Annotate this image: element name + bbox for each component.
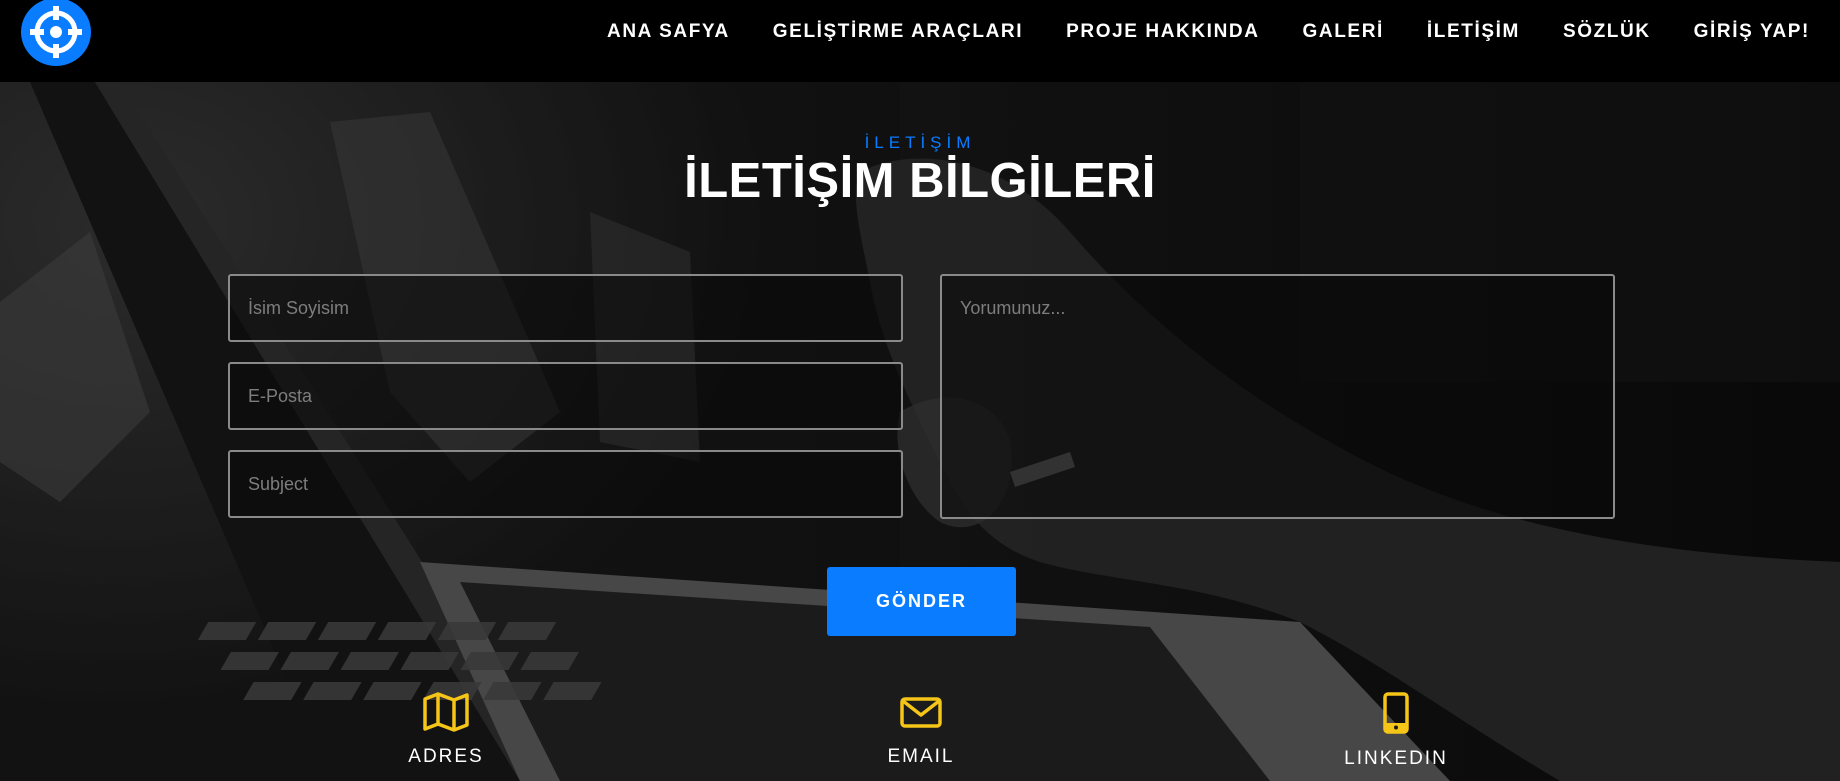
subject-input[interactable] — [228, 450, 903, 518]
nav-item-home[interactable]: ANA SAFYA — [607, 21, 730, 43]
name-input[interactable] — [228, 274, 903, 342]
info-address[interactable]: ADRES — [346, 692, 546, 768]
info-linkedin-label: LINKEDIN — [1344, 748, 1448, 769]
crosshair-icon — [30, 6, 82, 58]
navbar: ANA SAFYA GELİŞTİRME ARAÇLARI PROJE HAKK… — [0, 0, 1840, 82]
logo[interactable] — [21, 0, 91, 66]
submit-button[interactable]: GÖNDER — [827, 567, 1016, 636]
main-nav: ANA SAFYA GELİŞTİRME ARAÇLARI PROJE HAKK… — [607, 0, 1810, 64]
nav-item-gallery[interactable]: GALERİ — [1303, 21, 1384, 43]
envelope-icon — [900, 697, 942, 728]
page-title: İLETİŞİM BİLGİLERİ — [684, 154, 1156, 208]
nav-item-contact[interactable]: İLETİŞİM — [1427, 21, 1520, 43]
info-linkedin[interactable]: LINKEDIN — [1296, 692, 1496, 770]
info-email[interactable]: EMAIL — [821, 692, 1021, 768]
message-textarea[interactable] — [940, 274, 1615, 519]
info-address-label: ADRES — [408, 746, 484, 767]
nav-item-dev-tools[interactable]: GELİŞTİRME ARAÇLARI — [773, 21, 1023, 43]
nav-item-glossary[interactable]: SÖZLÜK — [1563, 21, 1651, 43]
email-input[interactable] — [228, 362, 903, 430]
nav-item-login[interactable]: GİRİŞ YAP! — [1694, 21, 1810, 43]
phone-icon — [1383, 692, 1409, 734]
map-icon — [423, 692, 469, 732]
section-eyebrow: İLETİŞİM — [864, 133, 976, 152]
nav-item-about[interactable]: PROJE HAKKINDA — [1066, 21, 1259, 43]
info-email-label: EMAIL — [887, 746, 955, 767]
